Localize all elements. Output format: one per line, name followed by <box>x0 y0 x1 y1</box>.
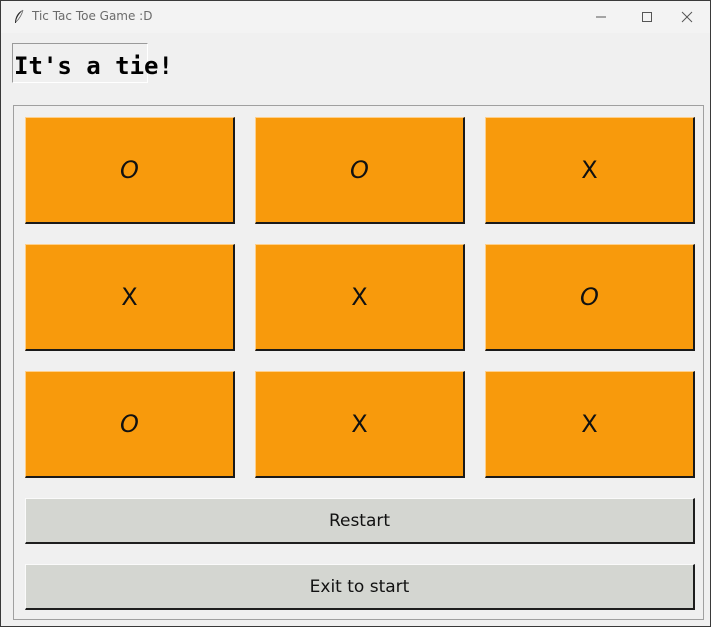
feather-icon <box>12 9 26 25</box>
board-cell-r2-c3[interactable]: O <box>485 244 695 351</box>
game-status-label: It's a tie! <box>12 43 173 83</box>
board-cell-r2-c2[interactable]: X <box>255 244 465 351</box>
board-cell-r3-c1[interactable]: O <box>25 371 235 478</box>
window-title: Tic Tac Toe Game :D <box>32 9 153 23</box>
cell-mark: X <box>351 410 368 438</box>
app-window: Tic Tac Toe Game :D It's a tie! O O X X … <box>0 0 711 627</box>
cell-mark: O <box>350 156 369 184</box>
cell-mark: O <box>120 410 139 438</box>
cell-mark: X <box>581 156 598 184</box>
cell-mark: X <box>121 283 138 311</box>
cell-mark: X <box>351 283 368 311</box>
restart-button[interactable]: Restart <box>25 498 695 544</box>
exit-to-start-button[interactable]: Exit to start <box>25 564 695 610</box>
board-cell-r1-c3[interactable]: X <box>485 117 695 224</box>
board-cell-r3-c2[interactable]: X <box>255 371 465 478</box>
board-cell-r2-c1[interactable]: X <box>25 244 235 351</box>
close-button[interactable] <box>664 1 710 33</box>
minimize-button[interactable] <box>578 1 624 33</box>
maximize-icon <box>642 12 652 22</box>
close-icon <box>681 11 693 23</box>
title-bar[interactable]: Tic Tac Toe Game :D <box>1 1 710 33</box>
minimize-icon <box>596 16 606 18</box>
cell-mark: O <box>580 283 599 311</box>
board-cell-r3-c3[interactable]: X <box>485 371 695 478</box>
board-cell-r1-c2[interactable]: O <box>255 117 465 224</box>
cell-mark: X <box>581 410 598 438</box>
board-cell-r1-c1[interactable]: O <box>25 117 235 224</box>
cell-mark: O <box>120 156 139 184</box>
